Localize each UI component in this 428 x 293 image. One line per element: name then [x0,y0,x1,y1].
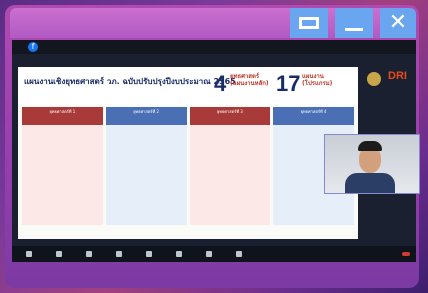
column-header: ยุทธศาสตร์ที่ 4 [273,107,354,125]
meeting-toolbar [12,246,416,262]
slide-header: แผนงานเชิงยุทธศาสตร์ วภ. ฉบับปรับปรุงปีง… [18,67,358,105]
participant-video[interactable] [324,134,420,194]
dri-logo: DRI [388,70,407,82]
chat-button[interactable] [138,250,160,258]
video-button[interactable] [48,250,70,258]
org-seal-logo [367,72,381,86]
column-header: ยุทธศาสตร์ที่ 3 [189,107,271,125]
minimize-icon [345,27,363,31]
leave-button[interactable] [402,252,410,256]
column-header: ยุทธศาสตร์ที่ 2 [105,107,187,125]
strategy-columns: ยุทธศาสตร์ที่ 1 ยุทธศาสตร์ที่ 2 ยุทธศาสต… [22,107,354,225]
participants-button[interactable] [108,250,130,258]
program-count-label: แผนงาน (โปรแกรม) [302,73,333,87]
strategy-count-label: ยุทธศาสตร์ (แผนงานหลัก) [230,73,269,87]
facebook-icon[interactable]: f [28,42,38,52]
security-button[interactable] [78,250,100,258]
column-body [189,125,271,225]
strategy-column: ยุทธศาสตร์ที่ 1 [22,107,103,225]
mute-button[interactable] [18,250,40,258]
record-icon [206,250,212,257]
reactions-button[interactable] [228,250,250,258]
chat-icon [146,250,152,257]
slide-title: แผนงานเชิงยุทธศาสตร์ วภ. ฉบับปรับปรุงปีง… [24,77,236,86]
record-button[interactable] [198,250,220,258]
column-body [105,125,187,225]
strategy-count: 4 [214,71,227,96]
maximize-icon [299,17,319,29]
participant-shirt [345,173,395,193]
camera-icon [56,250,62,257]
close-icon: ✕ [388,10,408,35]
share-icon [176,250,182,257]
program-count: 17 [276,71,301,96]
meeting-screen: f แผนงานเชิงยุทธศาสตร์ วภ. ฉบับปรับปรุงป… [12,40,420,262]
close-button[interactable]: ✕ [380,8,416,38]
share-screen-button[interactable] [168,250,190,258]
smile-icon [236,250,242,257]
minimize-button[interactable] [335,8,373,38]
people-icon [116,250,122,257]
shared-slide: แผนงานเชิงยุทธศาสตร์ วภ. ฉบับปรับปรุงปีง… [18,67,358,239]
column-header: ยุทธศาสตร์ที่ 1 [22,107,103,125]
shield-icon [86,250,92,257]
meeting-top-bar: f [12,40,416,54]
column-body [22,125,103,225]
strategy-column: ยุทธศาสตร์ที่ 3 [189,107,271,225]
microphone-icon [26,250,32,257]
maximize-button[interactable] [290,8,328,38]
strategy-column: ยุทธศาสตร์ที่ 2 [105,107,187,225]
participant-hair [358,141,382,151]
